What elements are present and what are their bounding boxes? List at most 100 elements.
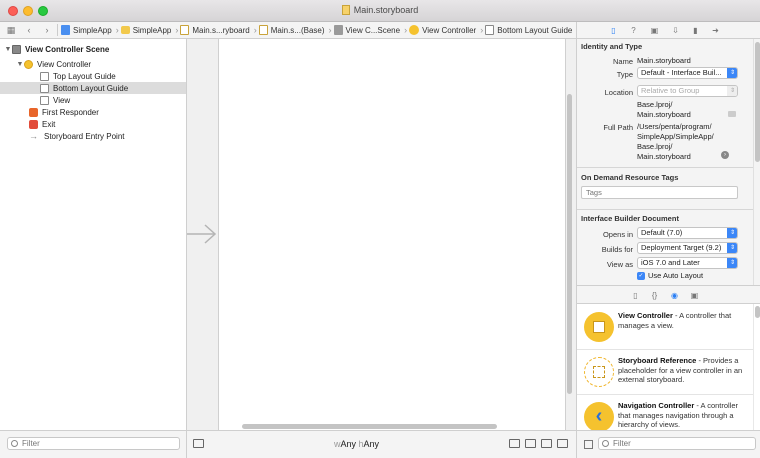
entry-point-arrow-icon[interactable] [187, 222, 218, 246]
chevron-updown-icon: ⇕ [727, 86, 737, 96]
canvas-horizontal-scrollbar[interactable] [242, 424, 497, 429]
scene-icon [333, 25, 343, 35]
view-controller-icon [409, 25, 420, 35]
use-auto-layout-checkbox[interactable]: ✓ [637, 272, 645, 280]
library-scrollbar[interactable] [753, 304, 760, 430]
object-library-list: View Controller - A controller that mana… [576, 304, 753, 430]
scene-icon [12, 44, 21, 54]
outline-filter-input[interactable] [7, 437, 180, 450]
object-library-icon[interactable]: ◉ [670, 291, 679, 300]
quick-help-icon[interactable]: ? [629, 26, 638, 36]
jump-bar-divider [57, 24, 58, 36]
window-title: Main.storyboard [0, 5, 760, 15]
canvas-vertical-scrollbar[interactable] [567, 94, 572, 394]
navigation-controller-icon: ‹ [584, 402, 614, 430]
library-item-navigation-controller[interactable]: ‹ Navigation Controller - A controller t… [577, 394, 753, 430]
outline-row-first-responder[interactable]: First Responder [0, 106, 186, 118]
identity-inspector-icon[interactable]: ▣ [650, 26, 659, 36]
size-inspector-icon[interactable]: ▮ [691, 26, 700, 36]
outline-row-top-layout-guide[interactable]: Top Layout Guide [0, 70, 186, 82]
media-library-icon[interactable]: ▣ [690, 291, 699, 300]
breadcrumb-project[interactable]: SimpleApp › [61, 25, 119, 35]
builds-for-popup[interactable]: Deployment Target (9.2) ⇕ [637, 242, 738, 254]
related-items-icon[interactable]: ▦ [4, 23, 18, 37]
opens-in-popup[interactable]: Default (7.0) ⇕ [637, 227, 738, 239]
xcode-window: Main.storyboard ▦ ‹ › SimpleApp › SimpleA… [0, 0, 760, 458]
chevron-updown-icon: ⇕ [727, 68, 737, 78]
first-responder-icon [29, 107, 38, 117]
location-popup[interactable]: Relative to Group ⇕ [637, 85, 738, 97]
storyboard-file-icon [258, 25, 268, 35]
layout-guide-icon [485, 25, 495, 35]
file-inspector-icon[interactable]: ▯ [609, 26, 618, 36]
storyboard-file-icon [341, 5, 350, 15]
grid-view-icon[interactable] [584, 440, 593, 449]
attributes-inspector-icon[interactable]: ⇩ [671, 26, 680, 36]
stack-icon[interactable] [509, 439, 520, 448]
chevron-right-icon: › [253, 25, 257, 35]
section-divider [577, 209, 753, 210]
chevron-right-icon: › [480, 25, 484, 35]
folder-icon[interactable] [728, 111, 736, 117]
library-item-view-controller[interactable]: View Controller - A controller that mana… [577, 304, 753, 350]
library-item-storyboard-reference[interactable]: Storyboard Reference - Provides a placeh… [577, 349, 753, 395]
resource-tags-input[interactable] [581, 186, 738, 199]
breadcrumb-scene[interactable]: View C...Scene › [333, 25, 408, 35]
size-class-button[interactable]: wAny hAny [334, 439, 379, 449]
outline-row-scene[interactable]: ▼ View Controller Scene [0, 43, 186, 55]
inspector-scrollbar[interactable] [753, 39, 760, 285]
chevron-right-icon: › [404, 25, 408, 35]
jump-bar: ▦ ‹ › SimpleApp › SimpleApp › Main.s...ryb… [0, 22, 576, 39]
file-type-popup[interactable]: Default - Interface Buil... ⇕ [637, 67, 738, 79]
view-controller-icon [24, 59, 33, 69]
resolve-auto-layout-icon[interactable] [557, 439, 568, 448]
view-controller-scene-frame[interactable] [218, 39, 566, 430]
breadcrumb-storyboard[interactable]: Main.s...ryboard › [180, 25, 257, 35]
disclosure-triangle-icon[interactable]: ▼ [16, 61, 24, 68]
chevron-right-icon: › [115, 25, 119, 35]
layout-guide-icon [40, 83, 49, 93]
outline-row-bottom-layout-guide[interactable]: Bottom Layout Guide [0, 82, 186, 94]
entry-point-arrow-icon: → [29, 131, 38, 141]
forward-arrow-icon[interactable]: › [40, 23, 54, 37]
disclosure-triangle-icon[interactable]: ▼ [4, 46, 12, 53]
library-filter-bar [576, 430, 760, 458]
reveal-in-finder-icon[interactable]: › [721, 151, 729, 159]
library-tab-bar: ▯ {} ◉ ▣ [576, 285, 760, 304]
library-filter-input[interactable] [598, 437, 756, 450]
inspector-scroll-thumb[interactable] [755, 42, 760, 162]
canvas-bottom-bar: wAny hAny [187, 430, 576, 458]
file-name-value: Main.storyboard [637, 56, 691, 65]
back-arrow-icon[interactable]: ‹ [22, 23, 36, 37]
project-icon [61, 25, 70, 35]
storyboard-file-icon [180, 25, 190, 35]
outline-row-entry-point[interactable]: → Storyboard Entry Point [0, 130, 186, 142]
breadcrumb-folder[interactable]: SimpleApp › [120, 25, 179, 35]
breadcrumb-storyboard-base[interactable]: Main.s...(Base) › [258, 25, 332, 35]
pin-icon[interactable] [541, 439, 552, 448]
filter-icon [602, 440, 609, 447]
align-icon[interactable] [525, 439, 536, 448]
file-template-library-icon[interactable]: ▯ [631, 291, 640, 300]
title-bar: Main.storyboard [0, 0, 760, 22]
exit-icon [29, 119, 38, 129]
chevron-right-icon: › [175, 25, 179, 35]
library-scroll-thumb[interactable] [755, 306, 760, 318]
outline-row-view[interactable]: View [0, 94, 186, 106]
outline-row-view-controller[interactable]: ▼ View Controller [0, 58, 186, 70]
filter-icon [11, 440, 18, 447]
view-as-popup[interactable]: iOS 7.0 and Later ⇕ [637, 257, 738, 269]
storyboard-canvas[interactable] [187, 39, 576, 430]
folder-icon [120, 26, 130, 34]
view-controller-icon [584, 312, 614, 342]
layout-guide-icon [40, 71, 49, 81]
outline-row-exit[interactable]: Exit [0, 118, 186, 130]
document-outline: ▼ View Controller Scene ▼ View Controlle… [0, 39, 187, 430]
code-snippet-library-icon[interactable]: {} [650, 291, 659, 300]
file-inspector: Identity and Type Name Main.storyboard T… [576, 39, 753, 285]
breadcrumb-bottom-layout-guide[interactable]: Bottom Layout Guide [485, 25, 572, 35]
breadcrumb-view-controller[interactable]: View Controller › [409, 25, 483, 35]
connections-inspector-icon[interactable]: ➜ [711, 26, 720, 36]
toggle-outline-icon[interactable] [193, 439, 204, 448]
inspector-tab-bar: ▯ ? ▣ ⇩ ▮ ➜ [576, 22, 760, 39]
